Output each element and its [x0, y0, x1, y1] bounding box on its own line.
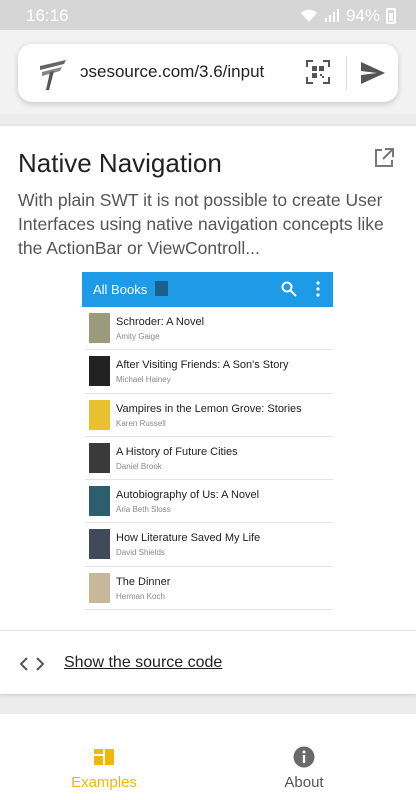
- book-title: A History of Future Cities: [116, 445, 238, 458]
- book-author: Aria Beth Sloss: [116, 505, 171, 515]
- wifi-icon: [300, 9, 317, 22]
- book-cover-image: [89, 313, 110, 343]
- book-row[interactable]: Autobiography of Us: A Novel Aria Beth Sl…: [85, 480, 333, 524]
- card-divider: [0, 630, 416, 631]
- book-row[interactable]: Vampires in the Lemon Grove: Stories Kare…: [85, 394, 333, 437]
- book-title: After Visiting Friends: A Son's Story: [116, 359, 289, 372]
- code-icon[interactable]: [20, 656, 44, 672]
- card-description: With plain SWT it is not possible to cre…: [18, 190, 384, 258]
- battery-percent: 94%: [345, 6, 380, 25]
- book-author: David Shields: [116, 548, 165, 558]
- book-cover-image: [89, 486, 110, 517]
- signal-icon: [324, 9, 339, 22]
- book-cover-image: [89, 529, 110, 560]
- send-icon[interactable]: [360, 61, 386, 85]
- qr-code-icon[interactable]: [306, 60, 330, 84]
- book-row[interactable]: A History of Future Cities Daniel Brook: [85, 437, 333, 481]
- nav-examples[interactable]: Examples: [0, 714, 208, 800]
- book-cover-image: [89, 442, 110, 473]
- book-title: Autobiography of Us: A Novel: [116, 489, 260, 502]
- book-author: Michael Hainey: [116, 375, 171, 385]
- show-source-link[interactable]: Show the source code: [64, 654, 222, 672]
- card-title: Native Navigation: [18, 148, 222, 178]
- bottom-nav: Examples About: [0, 714, 416, 800]
- book-author: Amity Gaige: [116, 332, 160, 341]
- app-bar-title: All Books: [93, 282, 148, 297]
- book-row[interactable]: How Literature Saved My Life David Shield…: [85, 523, 333, 567]
- url-divider: [346, 56, 347, 90]
- app-screenshot: All Books Schroder: A Novel Amity Gaige Af…: [82, 272, 333, 611]
- book-list: Schroder: A Novel Amity Gaige After Visiti…: [82, 307, 333, 611]
- nav-about[interactable]: About: [200, 714, 408, 800]
- battery-icon: [386, 8, 396, 24]
- nav-examples-label: Examples: [71, 774, 137, 791]
- book-title: How Literature Saved My Life: [116, 532, 261, 545]
- book-row[interactable]: The Dinner Herman Koch: [85, 567, 333, 611]
- info-icon: [293, 746, 315, 768]
- book-cover-image: [89, 399, 110, 430]
- book-author: Daniel Brook: [116, 461, 162, 471]
- book-title: The Dinner: [116, 575, 171, 588]
- status-icons: 94%: [300, 6, 396, 26]
- status-time: 16:16: [26, 6, 69, 25]
- more-vert-icon: [316, 281, 320, 297]
- book-title: Vampires in the Lemon Grove: Stories: [116, 402, 302, 415]
- open-external-icon[interactable]: [374, 148, 394, 168]
- example-card: Native Navigation With plain SWT it is n…: [0, 126, 416, 694]
- book-row[interactable]: After Visiting Friends: A Son's Story Mic…: [85, 350, 333, 394]
- app-action-bar: All Books: [82, 272, 333, 307]
- book-author: Karen Russell: [116, 418, 166, 428]
- book-title: Schroder: A Novel: [116, 316, 205, 328]
- examples-icon: [94, 749, 114, 765]
- search-icon: [281, 281, 297, 297]
- url-area: ɔsesource.com/3.6/input: [0, 30, 416, 114]
- url-bar[interactable]: ɔsesource.com/3.6/input: [18, 44, 398, 102]
- book-row[interactable]: Schroder: A Novel Amity Gaige: [85, 307, 333, 351]
- status-bar: 16:16 94%: [0, 0, 416, 30]
- book-cover-image: [89, 572, 110, 603]
- nav-about-label: About: [284, 774, 324, 791]
- url-input[interactable]: ɔsesource.com/3.6/input: [80, 62, 310, 82]
- book-cover-image: [89, 356, 110, 387]
- app-bar-square: [155, 281, 168, 296]
- book-author: Herman Koch: [116, 591, 165, 601]
- app-logo-icon[interactable]: [34, 56, 70, 92]
